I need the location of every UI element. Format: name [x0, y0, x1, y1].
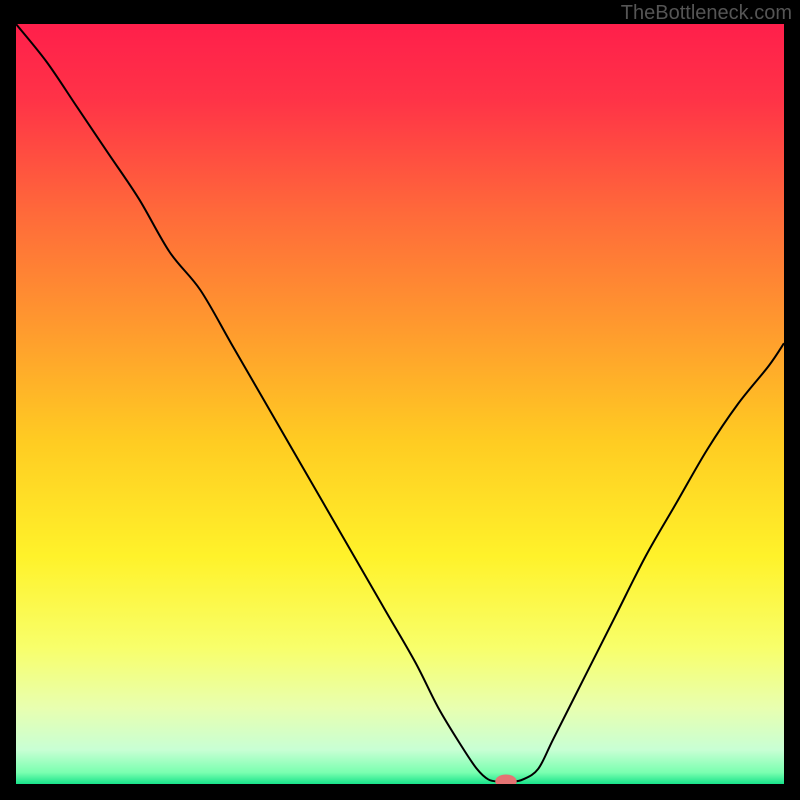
plot-area — [16, 24, 784, 784]
gradient-background — [16, 24, 784, 784]
attribution-label: TheBottleneck.com — [621, 2, 792, 25]
chart-container: TheBottleneck.com — [0, 0, 800, 800]
chart-svg — [16, 24, 784, 784]
